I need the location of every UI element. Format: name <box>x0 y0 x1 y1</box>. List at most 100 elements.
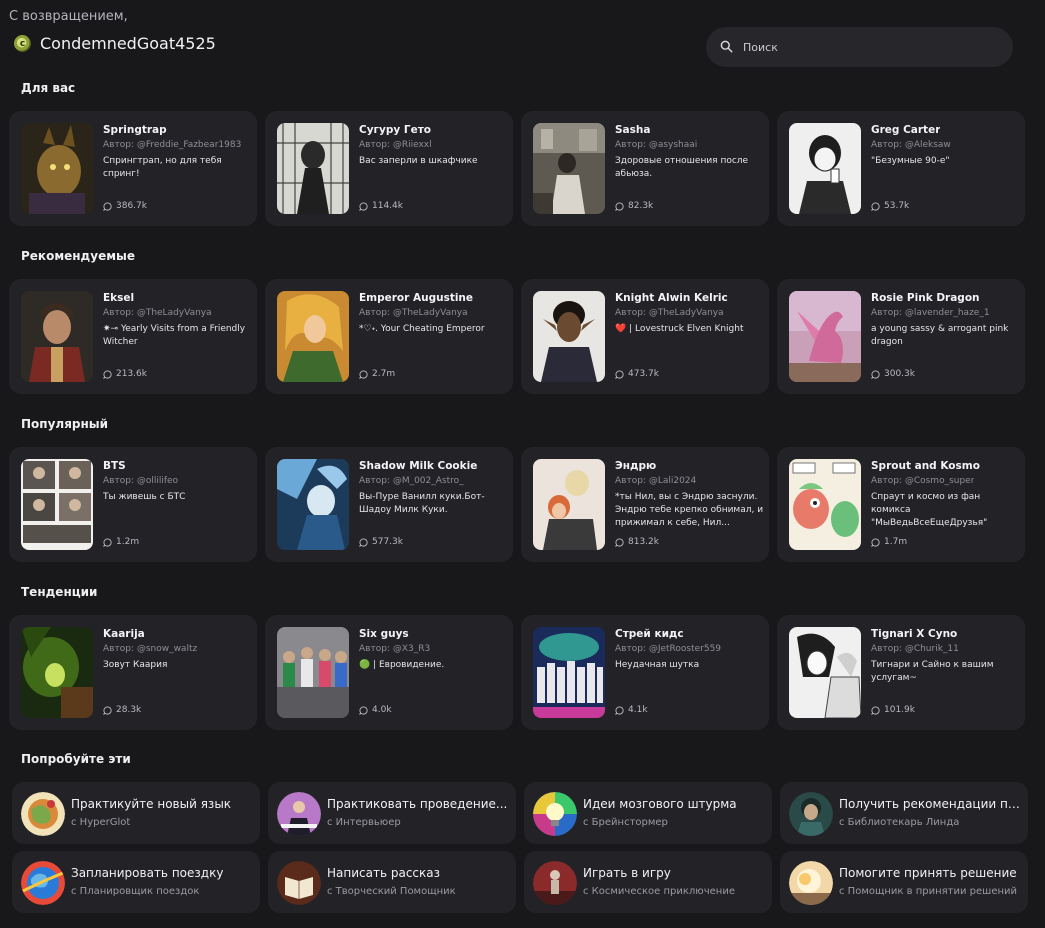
character-author: Автор: @Churik_11 <box>871 644 959 654</box>
character-author: Автор: @lavender_haze_1 <box>871 308 990 318</box>
character-avatar <box>21 627 93 718</box>
character-description: Неудачная шутка <box>615 660 700 670</box>
character-avatar <box>21 459 93 550</box>
chat-count: 101.9k <box>871 705 915 715</box>
section-title-recommended: Рекомендуемые <box>21 249 136 263</box>
character-author: Автор: @ollilifeo <box>103 476 179 486</box>
character-avatar <box>277 459 349 550</box>
character-name: Emperor Augustine <box>359 292 474 304</box>
chat-bubble-icon <box>871 705 880 715</box>
character-card[interactable]: Сугуру Гето Автор: @Riiexxl Вас заперли … <box>265 111 513 226</box>
try-suggestion-card[interactable]: Практиковать проведение... с Интервьюер <box>268 782 516 844</box>
section-title-popular: Популярный <box>21 417 109 431</box>
chat-count: 2.7m <box>359 369 395 379</box>
character-description: Здоровые отношения после абьюза. <box>615 156 749 179</box>
chat-bubble-icon <box>871 201 880 211</box>
character-card[interactable]: Emperor Augustine Автор: @TheLadyVanya *… <box>265 279 513 394</box>
chat-count-value: 82.3k <box>628 201 654 211</box>
character-card[interactable]: Sasha Автор: @asyshaai Здоровые отношени… <box>521 111 769 226</box>
try-suggestion-card[interactable]: Написать рассказ с Творческий Помощник <box>268 851 516 913</box>
chat-count-value: 28.3k <box>116 705 142 715</box>
character-card[interactable]: Эндрю Автор: @Lali2024 *ты Нил, вы с Энд… <box>521 447 769 562</box>
character-name: Эндрю <box>615 460 657 472</box>
search-input[interactable] <box>743 40 983 54</box>
character-card[interactable]: Shadow Milk Cookie Автор: @M_002_Astro_ … <box>265 447 513 562</box>
character-card[interactable]: Eksel Автор: @TheLadyVanya ✷⊸ Yearly Vis… <box>9 279 257 394</box>
try-suggestion-card[interactable]: Практикуйте новый язык с HyperGlot <box>12 782 260 844</box>
character-card[interactable]: Sprout and Kosmo Автор: @Cosmo_super Спр… <box>777 447 1025 562</box>
chat-count-value: 577.3k <box>372 537 403 547</box>
chat-count: 4.1k <box>615 705 648 715</box>
welcome-text: С возвращением, <box>9 9 128 24</box>
try-suggestion-card[interactable]: Помогите принять решение с Помощник в пр… <box>780 851 1028 913</box>
try-title: Получить рекомендации по... <box>839 797 1021 811</box>
character-card[interactable]: BTS Автор: @ollilifeo Ты живешь с БТС 1.… <box>9 447 257 562</box>
avatar-letter: c <box>19 38 26 49</box>
character-card[interactable]: Kaarija Автор: @snow_waltz Зовут Каария … <box>9 615 257 730</box>
try-subtitle: с Планировщик поездок <box>71 886 200 897</box>
chat-bubble-icon <box>615 705 624 715</box>
character-name: Shadow Milk Cookie <box>359 460 478 472</box>
search-bar[interactable] <box>706 27 1013 67</box>
character-author: Автор: @Lali2024 <box>615 476 697 486</box>
try-suggestion-card[interactable]: Идеи мозгового штурма с Брейнстормер <box>524 782 772 844</box>
try-title: Идеи мозгового штурма <box>583 797 737 811</box>
try-subtitle: с Творческий Помощник <box>327 886 456 897</box>
chat-bubble-icon <box>359 201 368 211</box>
character-description: a young sassy & arrogant pink dragon <box>871 324 1009 347</box>
chat-count-value: 53.7k <box>884 201 910 211</box>
try-suggestion-card[interactable]: Получить рекомендации по... с Библиотека… <box>780 782 1028 844</box>
chat-count-value: 1.2m <box>116 537 140 547</box>
row-trending: Kaarija Автор: @snow_waltz Зовут Каария … <box>9 615 1025 730</box>
character-card[interactable]: Стрей кидс Автор: @JetRooster559 Неудачн… <box>521 615 769 730</box>
character-avatar <box>277 291 349 382</box>
character-author: Автор: @M_002_Astro_ <box>359 476 464 486</box>
character-description: *ты Нил, вы с Эндрю заснули. Эндрю тебе … <box>615 492 764 528</box>
try-subtitle: с Библиотекарь Линда <box>839 817 960 828</box>
character-avatar <box>789 291 861 382</box>
lightbulb-icon <box>533 792 577 836</box>
character-card[interactable]: Rosie Pink Dragon Автор: @lavender_haze_… <box>777 279 1025 394</box>
character-name: Sasha <box>615 124 651 136</box>
try-subtitle: с Помощник в принятии решений <box>839 886 1018 897</box>
interviewer-icon <box>277 792 321 836</box>
decision-icon <box>789 861 833 905</box>
chat-bubble-icon <box>871 369 880 379</box>
character-name: Стрей кидс <box>615 628 684 640</box>
row-for-you: Springtrap Автор: @Freddie_Fazbear1983 С… <box>9 111 1025 226</box>
row-popular: BTS Автор: @ollilifeo Ты живешь с БТС 1.… <box>9 447 1025 562</box>
character-card[interactable]: Springtrap Автор: @Freddie_Fazbear1983 С… <box>9 111 257 226</box>
chat-bubble-icon <box>615 537 624 547</box>
row-recommended: Eksel Автор: @TheLadyVanya ✷⊸ Yearly Vis… <box>9 279 1025 394</box>
character-avatar <box>533 291 605 382</box>
character-card[interactable]: Greg Carter Автор: @Aleksaw "Безумные 90… <box>777 111 1025 226</box>
chat-count-value: 114.4k <box>372 201 403 211</box>
character-card[interactable]: Tignari X Cyno Автор: @Churik_11 Тигнари… <box>777 615 1025 730</box>
character-avatar <box>789 459 861 550</box>
character-name: Tignari X Cyno <box>871 628 958 640</box>
section-title-trending: Тенденции <box>21 585 98 599</box>
character-author: Автор: @TheLadyVanya <box>359 308 468 318</box>
character-name: Knight Alwin Kelric <box>615 292 728 304</box>
character-avatar <box>789 123 861 214</box>
character-author: Автор: @snow_waltz <box>103 644 198 654</box>
character-description: Спраут и космо из фан комикса "МыВедьВсе… <box>871 492 988 528</box>
try-title: Практиковать проведение... <box>327 797 508 811</box>
try-title: Практикуйте новый язык <box>71 797 232 811</box>
character-card[interactable]: Knight Alwin Kelric Автор: @TheLadyVanya… <box>521 279 769 394</box>
chat-count-value: 4.1k <box>628 705 648 715</box>
character-author: Автор: @TheLadyVanya <box>103 308 212 318</box>
chat-count-value: 2.7m <box>372 369 396 379</box>
chat-count-value: 300.3k <box>884 369 915 379</box>
try-subtitle: с HyperGlot <box>71 817 131 828</box>
try-title: Запланировать поездку <box>71 866 224 880</box>
avatar[interactable]: c <box>14 35 31 52</box>
search-icon <box>720 38 733 57</box>
chat-count: 82.3k <box>615 201 653 211</box>
character-card[interactable]: Six guys Автор: @X3_R3 🟢 | Евровидение. … <box>265 615 513 730</box>
try-suggestion-card[interactable]: Запланировать поездку с Планировщик поез… <box>12 851 260 913</box>
row-try-these-1: Практикуйте новый язык с HyperGlot Практ… <box>12 782 1028 844</box>
character-author: Автор: @TheLadyVanya <box>615 308 724 318</box>
try-suggestion-card[interactable]: Играть в игру с Космическое приключение <box>524 851 772 913</box>
try-title: Играть в игру <box>583 866 671 880</box>
